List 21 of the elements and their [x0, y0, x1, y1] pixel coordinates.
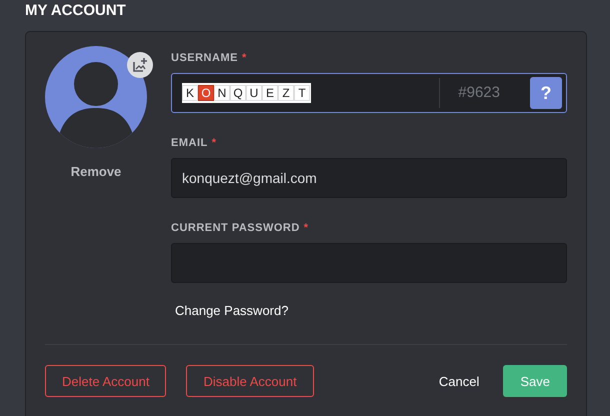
- remove-link[interactable]: Remove: [70, 164, 122, 179]
- letter-tile: N: [214, 85, 230, 101]
- field-label: CURRENT PASSWORD *: [171, 222, 310, 234]
- page-title: MY ACCOUNT: [25, 3, 127, 21]
- letter-tile: Q: [230, 85, 246, 101]
- username-field[interactable]: K O N Q U E Z T #9623 ?: [171, 73, 567, 113]
- email-field[interactable]: konquezt@gmail.com: [171, 158, 567, 198]
- add-image-icon[interactable]: [127, 52, 153, 78]
- cancel-button[interactable]: Cancel: [422, 365, 496, 397]
- letter-tile: U: [246, 85, 262, 101]
- letter-tile: Z: [278, 85, 294, 101]
- change-password-link[interactable]: Change Password?: [175, 303, 288, 318]
- password-field[interactable]: [171, 243, 567, 283]
- letter-tile: E: [262, 85, 278, 101]
- danger-button[interactable]: Delete Account: [45, 365, 166, 397]
- danger-button[interactable]: Disable Account: [186, 365, 314, 397]
- letter-tile: O: [198, 85, 214, 101]
- letter-tile: K: [182, 85, 198, 101]
- field-label: USERNAME *: [171, 52, 248, 64]
- letter-tile: T: [294, 85, 310, 101]
- field-label: EMAIL *: [171, 137, 218, 149]
